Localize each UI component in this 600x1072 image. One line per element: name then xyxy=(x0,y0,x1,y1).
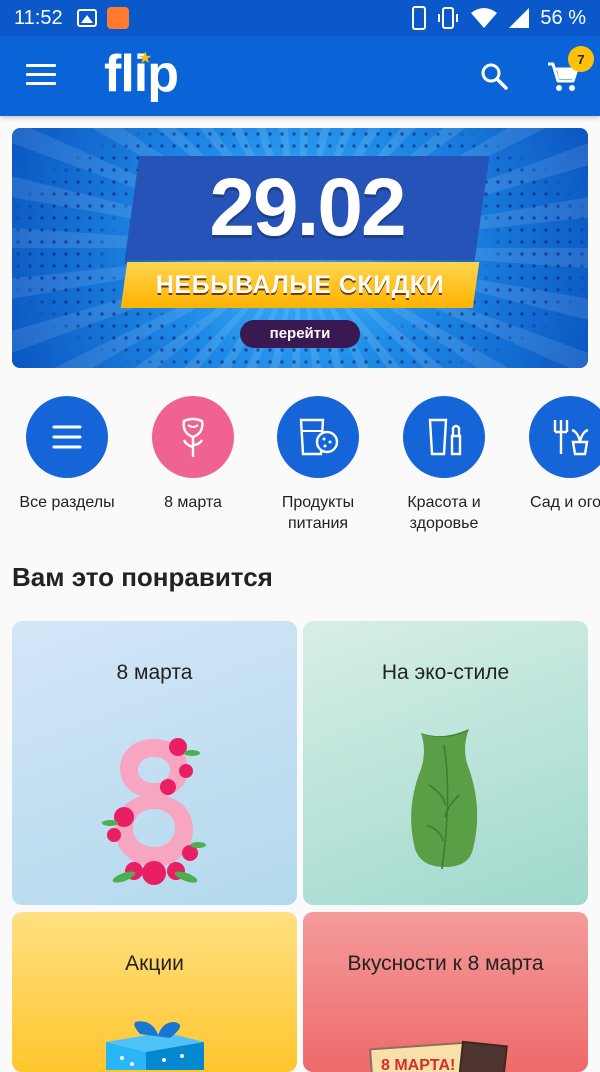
logo-star-icon: ★ xyxy=(138,50,153,67)
menu-icon[interactable] xyxy=(26,64,56,88)
app-bar: flip ★ 7 xyxy=(0,36,600,116)
banner-go-button[interactable]: перейти xyxy=(240,320,360,348)
list-icon xyxy=(26,396,108,478)
rose-icon xyxy=(152,396,234,478)
food-icon xyxy=(277,396,359,478)
banner-headline: НЕБЫВАЛЫЕ СКИДКИ xyxy=(155,271,445,299)
category-all-sections[interactable]: Все разделы xyxy=(5,396,129,513)
gift-box-image xyxy=(106,1021,204,1070)
status-time: 11:52 xyxy=(14,6,63,29)
section-title: Вам это понравится xyxy=(12,562,273,592)
tile-8-march[interactable]: 8 марта xyxy=(12,621,297,905)
category-8-march[interactable]: 8 марта xyxy=(131,396,255,513)
wifi-icon xyxy=(471,8,498,28)
search-icon[interactable] xyxy=(480,62,508,90)
battery-percent: 56 % xyxy=(540,6,586,29)
cart-count-badge[interactable]: 7 xyxy=(568,46,594,72)
tile-title: Вкусности к 8 марта xyxy=(347,952,544,975)
banner-date: 29.02 xyxy=(209,162,406,253)
chocolate-box-label: 8 МАРТА! xyxy=(381,1057,455,1072)
category-food[interactable]: Продукты питания xyxy=(256,396,380,534)
tile-eco-style[interactable]: На эко-стиле xyxy=(303,621,588,905)
tile-treats-8-march[interactable]: Вкусности к 8 марта 8 МАРТА! xyxy=(303,912,588,1072)
tile-promotions[interactable]: Акции xyxy=(12,912,297,1072)
category-beauty-health[interactable]: Красота и здоровье xyxy=(382,396,506,534)
signal-icon xyxy=(509,8,530,28)
green-vase-image xyxy=(411,729,478,870)
tile-title: Акции xyxy=(125,952,184,975)
promo-banner[interactable]: 29.02 НЕБЫВАЛЫЕ СКИДКИ перейти xyxy=(12,128,588,368)
vibrate-icon xyxy=(438,7,459,29)
chocolate-box-image: 8 МАРТА! xyxy=(369,1040,508,1072)
number-eight-flowers-image xyxy=(102,738,206,885)
category-label: Продукты питания xyxy=(281,494,355,532)
tile-title: На эко-стиле xyxy=(381,661,510,684)
category-label: Красота и здоровье xyxy=(407,494,481,532)
phone-icon xyxy=(412,6,427,30)
category-garden[interactable]: Сад и огор xyxy=(508,396,600,513)
category-label: Все разделы xyxy=(19,494,115,511)
garden-icon xyxy=(529,396,600,478)
category-carousel[interactable]: Все разделы 8 марта Продукты питания Кра… xyxy=(0,396,600,546)
category-label: 8 марта xyxy=(164,494,222,511)
image-icon xyxy=(76,9,97,27)
app-notification-icon xyxy=(106,7,129,29)
category-label: Сад и огор xyxy=(530,494,600,511)
tile-title: 8 марта xyxy=(116,661,193,684)
cosmetics-icon xyxy=(403,396,485,478)
status-bar: 11:52 56 % xyxy=(0,0,600,36)
